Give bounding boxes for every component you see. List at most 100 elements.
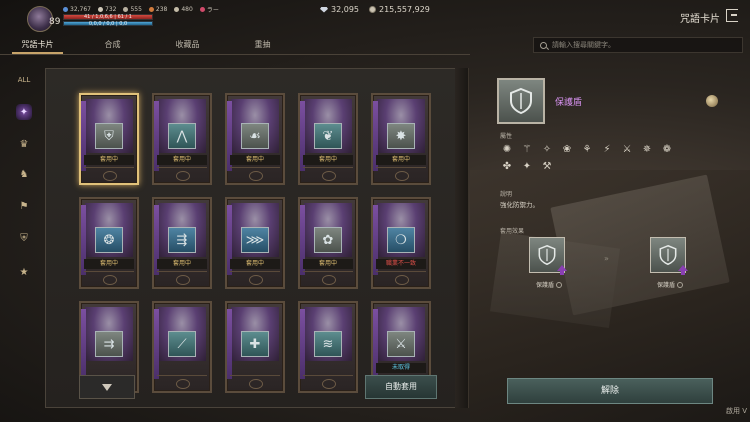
stat-speed-value: 480: [181, 6, 193, 13]
shield-icon: [538, 244, 556, 266]
card-ornament: [84, 167, 134, 181]
card-frame-trim: [227, 309, 232, 379]
card-emblem-icon: ⟋: [168, 331, 196, 357]
spell-card[interactable]: ✚: [225, 301, 285, 393]
stat-power: 32,767: [63, 5, 91, 14]
spell-card[interactable]: ❦ 套用中: [298, 93, 358, 185]
player-stats: 32,767 732 555 238 480 ラー: [63, 5, 219, 14]
info-orb-icon[interactable]: [706, 95, 718, 107]
description-label: 說明: [500, 191, 513, 198]
all-icon[interactable]: ALL: [16, 72, 32, 88]
card-emblem-icon: ☙: [241, 123, 269, 149]
filter-icon: [102, 383, 112, 391]
search-box[interactable]: 請輸入搜尋關鍵字。: [533, 37, 743, 53]
card-ornament: [157, 375, 207, 389]
effect-to-card[interactable]: [650, 237, 688, 275]
spell-card[interactable]: ⛨ 套用中: [79, 93, 139, 185]
auto-apply-button[interactable]: 自動套用: [365, 375, 437, 399]
spell-card[interactable]: ✿ 套用中: [298, 197, 358, 289]
attribute-icon[interactable]: ✺: [500, 143, 514, 156]
attribute-icon[interactable]: ⚡: [600, 143, 614, 156]
top-bar: 89 32,767 732 555 238 480 ラー 41 / 1,0,6,…: [0, 0, 750, 36]
star-icon[interactable]: ★: [16, 264, 32, 280]
card-emblem-icon: ✿: [314, 227, 342, 253]
card-status: 套用中: [230, 259, 280, 269]
spell-card[interactable]: ❂ 套用中: [79, 197, 139, 289]
spell-card[interactable]: ⇶ 套用中: [152, 197, 212, 289]
attribute-icon[interactable]: ✦: [520, 160, 534, 173]
stat-extra-value: ラー: [206, 7, 219, 14]
shield-stat-icon: [123, 7, 129, 12]
knight-icon[interactable]: ♞: [16, 166, 32, 182]
selected-card-name: 保護盾: [555, 98, 583, 108]
card-ornament: [157, 167, 207, 181]
spell-card[interactable]: ⟋: [152, 301, 212, 393]
attribute-icon[interactable]: ❁: [660, 143, 674, 156]
shield-emblem-icon: [510, 87, 532, 115]
effect-from-name: 保護盾: [536, 282, 555, 289]
silver-balance: 215,557,929: [369, 5, 430, 14]
attribute-icon[interactable]: ✧: [540, 143, 554, 156]
heart-icon: [199, 7, 205, 12]
spell-card[interactable]: ⋀ 套用中: [152, 93, 212, 185]
stat-defense-value: 555: [130, 6, 142, 13]
crit-icon: [148, 7, 154, 12]
tab-collection[interactable]: 收藏品: [150, 36, 225, 54]
card-ornament: [230, 167, 280, 181]
spell-card[interactable]: ❍ 職業不一致: [371, 197, 431, 289]
tab-spell-cards[interactable]: 咒語卡片: [0, 36, 75, 54]
shield-icon[interactable]: ⛨: [16, 230, 32, 246]
description-text: 強化防禦力。: [500, 201, 539, 209]
attribute-icon[interactable]: ⚚: [520, 143, 534, 156]
card-ornament: [376, 271, 426, 285]
attribute-icon[interactable]: ⚘: [580, 143, 594, 156]
mp-text: 0,0,0 / 0,0 | 0,0: [88, 21, 128, 27]
effect-from-card[interactable]: [529, 237, 567, 275]
card-ornament: [230, 271, 280, 285]
spell-card[interactable]: ⋙ 套用中: [225, 197, 285, 289]
effect-to-name: 保護盾: [657, 282, 676, 289]
attribute-icon[interactable]: ✤: [500, 160, 514, 173]
card-frame-trim: [81, 309, 86, 379]
card-ornament: [157, 271, 207, 285]
card-emblem-icon: ⇶: [168, 227, 196, 253]
card-emblem-icon: ✸: [387, 123, 415, 149]
filter-button[interactable]: [79, 375, 135, 399]
attribute-icon[interactable]: ❀: [560, 143, 574, 156]
banner-icon[interactable]: ⚑: [16, 198, 32, 214]
release-button[interactable]: 解除: [507, 378, 713, 404]
player-level: 89: [49, 17, 61, 27]
gold-crest-icon[interactable]: ♛: [16, 136, 32, 152]
card-emblem-icon: ⋀: [168, 123, 196, 149]
stat-attack-value: 732: [105, 6, 117, 13]
search-icon: [540, 41, 547, 49]
attribute-icon[interactable]: ⚒: [540, 160, 554, 173]
attribute-icon[interactable]: ⚔: [620, 143, 634, 156]
tab-bar: 咒語卡片 合成 收藏品 重抽: [0, 36, 470, 54]
tab-reroll[interactable]: 重抽: [225, 36, 300, 54]
selected-card-emblem: [497, 78, 545, 124]
card-status: 套用中: [84, 259, 134, 269]
zoom-icon[interactable]: [677, 282, 684, 288]
search-input[interactable]: 請輸入搜尋關鍵字。: [552, 40, 615, 50]
card-emblem-icon: ❦: [314, 123, 342, 149]
gem-balance: 32,095: [320, 5, 359, 14]
stat-attack: 732: [98, 5, 116, 14]
tab-divider: [0, 54, 470, 55]
exit-icon[interactable]: [726, 9, 738, 22]
spell-card[interactable]: ✸ 套用中: [371, 93, 431, 185]
gem-amount: 32,095: [331, 5, 359, 14]
spell-card[interactable]: ≋: [298, 301, 358, 393]
purple-crystal-icon[interactable]: ✦: [16, 104, 32, 120]
zoom-icon[interactable]: [556, 282, 563, 288]
effect-label: 套用效果: [500, 228, 525, 235]
card-status: 套用中: [230, 155, 280, 165]
boot-icon: [174, 7, 180, 12]
card-emblem-icon: ≋: [314, 331, 342, 357]
stat-power-value: 32,767: [70, 6, 91, 13]
currency-display: 32,095 215,557,929: [320, 5, 430, 14]
attribute-icon[interactable]: ✵: [640, 143, 654, 156]
hp-text: 41 / 1,0,6,6 | 61 / 1: [84, 14, 132, 20]
tab-synthesis[interactable]: 合成: [75, 36, 150, 54]
spell-card[interactable]: ☙ 套用中: [225, 93, 285, 185]
